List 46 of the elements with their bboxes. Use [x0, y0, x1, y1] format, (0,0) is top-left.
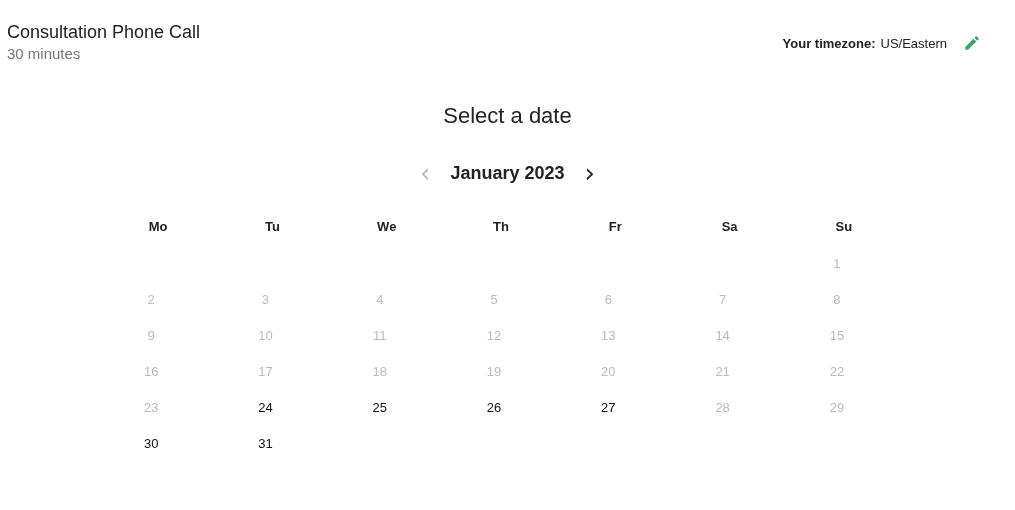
- event-duration: 30 minutes: [7, 44, 82, 64]
- calendar-day[interactable]: 27: [601, 399, 630, 415]
- calendar-day: 19: [486, 363, 516, 379]
- weekday-header: Fr: [607, 218, 623, 236]
- calendar-day: 5: [490, 291, 512, 307]
- next-month-button[interactable]: ›: [578, 161, 601, 185]
- page-heading: Select a date: [442, 102, 573, 130]
- calendar-day: 15: [829, 327, 859, 343]
- calendar-day: 8: [833, 291, 855, 307]
- calendar-day: 14: [715, 327, 744, 343]
- timezone-label: Your timezone:: [782, 35, 876, 51]
- calendar-day: 29: [829, 399, 859, 415]
- calendar-day: 10: [258, 327, 287, 343]
- calendar-day: 7: [719, 291, 741, 307]
- calendar-day: 22: [829, 363, 859, 379]
- calendar-day: 2: [147, 291, 169, 307]
- weekday-header: We: [376, 218, 398, 236]
- calendar-day: 21: [715, 363, 744, 379]
- calendar-day: 16: [143, 363, 173, 379]
- calendar-day: 6: [604, 291, 626, 307]
- calendar-day[interactable]: 26: [486, 399, 516, 415]
- calendar-day: 11: [373, 327, 401, 343]
- calendar-day[interactable]: 30: [143, 435, 173, 451]
- weekday-header: Sa: [720, 218, 739, 236]
- calendar-day: 28: [715, 399, 744, 415]
- month-label: January 2023: [450, 162, 565, 184]
- weekday-header: Mo: [147, 218, 169, 236]
- calendar-day: 1: [833, 255, 855, 271]
- weekday-header: Th: [492, 218, 510, 236]
- calendar-day[interactable]: 25: [372, 399, 401, 415]
- calendar-day: 13: [601, 327, 630, 343]
- calendar-day[interactable]: 24: [258, 399, 287, 415]
- event-title: Consultation Phone Call: [7, 21, 201, 44]
- calendar-day[interactable]: 31: [258, 435, 287, 451]
- edit-icon[interactable]: [963, 34, 981, 52]
- weekday-header: Su: [834, 218, 854, 236]
- weekday-header: Tu: [264, 218, 281, 236]
- calendar-day: 3: [261, 291, 284, 307]
- calendar-day: 23: [143, 399, 173, 415]
- calendar-day: 18: [372, 363, 401, 379]
- calendar-day: 9: [147, 327, 169, 343]
- calendar-day: 4: [376, 291, 398, 307]
- calendar-day: 20: [601, 363, 630, 379]
- calendar-day: 12: [486, 327, 516, 343]
- calendar-day: 17: [258, 363, 287, 379]
- timezone-value: US/Eastern: [880, 35, 947, 51]
